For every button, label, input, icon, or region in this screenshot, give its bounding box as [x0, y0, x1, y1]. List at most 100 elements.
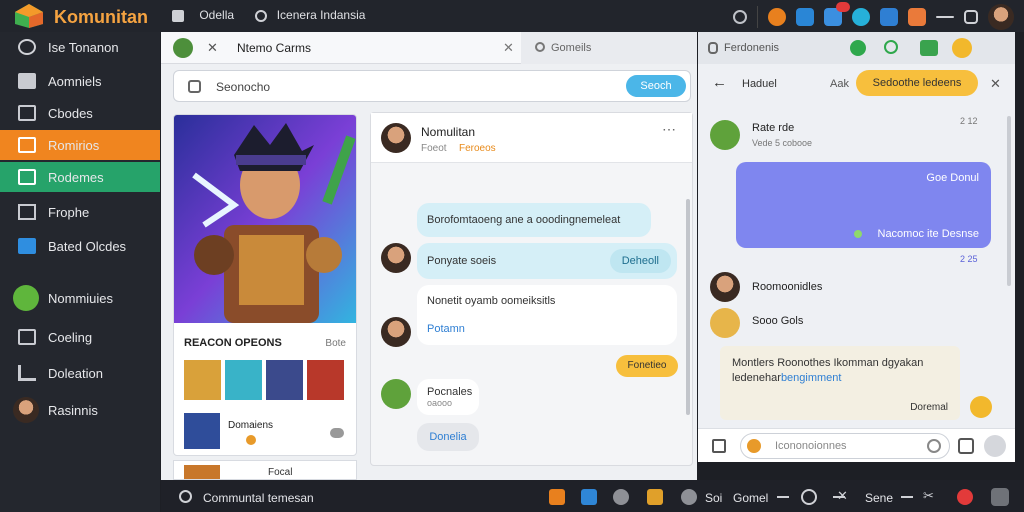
green-status-icon[interactable]: [850, 40, 866, 56]
orange-app-icon[interactable]: [549, 489, 565, 505]
search-circle-icon[interactable]: [733, 10, 747, 24]
sticker-icon[interactable]: [970, 396, 992, 418]
sidebar-item-bated-olcdes[interactable]: Bated Olcdes: [0, 231, 160, 261]
image-icon[interactable]: [958, 438, 974, 454]
message-input[interactable]: Icononoionnes: [740, 433, 950, 459]
frame-icon: [18, 204, 36, 220]
settings-icon[interactable]: [801, 489, 817, 505]
send-icon[interactable]: [984, 435, 1006, 457]
minus-icon[interactable]: [901, 496, 913, 498]
window-icon[interactable]: [964, 10, 978, 24]
character-thumb[interactable]: [225, 360, 262, 400]
action-pill-button[interactable]: Sedoothe ledeens: [856, 70, 978, 96]
sidebar-item-doleation[interactable]: Doleation: [0, 358, 160, 388]
orange-app-icon[interactable]: [768, 8, 786, 26]
message-avatar[interactable]: [381, 317, 411, 347]
character-thumb[interactable]: [307, 360, 344, 400]
note-card: Montlers Roonothes Ikomman dgyakan leden…: [720, 346, 960, 420]
game-avatar-icon: [13, 285, 39, 311]
close-icon[interactable]: ✕: [990, 76, 1001, 92]
grey-circle-icon[interactable]: [681, 489, 697, 505]
chat-bubble-icon[interactable]: [330, 428, 344, 438]
yellow-app-icon[interactable]: [647, 489, 663, 505]
back-icon[interactable]: [18, 39, 36, 55]
sidebar-item-romirios[interactable]: Romirios: [0, 130, 160, 160]
house-icon: [18, 238, 36, 254]
chat-sub-b: Feroeos: [459, 143, 496, 154]
bottom-bar: Communtal temesan Soi Gomel ✕ Sene ✂: [161, 480, 1024, 512]
notification-icon[interactable]: [824, 2, 850, 26]
contact-avatar[interactable]: [710, 308, 740, 338]
mic-icon[interactable]: [927, 439, 941, 453]
profile-avatar: [13, 397, 39, 423]
group-icon[interactable]: [920, 40, 938, 56]
search-icon: [188, 80, 201, 93]
contact-avatar[interactable]: [710, 272, 740, 302]
sidebar: Ise Tonanon Aomniels Cbodes Romirios Rod…: [0, 32, 160, 512]
attach-icon[interactable]: [712, 439, 726, 453]
sidebar-item-nommiuies[interactable]: Nommiuies: [0, 283, 160, 313]
orange-grid-icon[interactable]: [908, 8, 926, 26]
grey-app-icon[interactable]: [613, 489, 629, 505]
message-link[interactable]: Potamn: [427, 323, 465, 335]
character-thumb[interactable]: [184, 360, 221, 400]
tab-gomeils[interactable]: Gomeils: [521, 32, 697, 64]
app-logo-icon: [15, 4, 43, 28]
sidebar-item-coeling[interactable]: Coeling: [0, 322, 160, 352]
sidebar-item-aomniels[interactable]: Aomniels: [0, 66, 160, 96]
message-tag-yellow[interactable]: Fonetieo: [616, 355, 678, 377]
search-button[interactable]: Seoch: [626, 75, 686, 97]
character-thumb[interactable]: [266, 360, 303, 400]
note-link[interactable]: bengimment: [781, 372, 842, 384]
card-more[interactable]: Bote: [325, 338, 346, 349]
minimize-icon[interactable]: [936, 16, 954, 18]
cyan-app-icon[interactable]: [852, 8, 870, 26]
ask-label[interactable]: Aak: [830, 78, 849, 90]
tab-ntemo-carms[interactable]: Ntemo Carms: [237, 41, 311, 55]
account-icon[interactable]: [991, 488, 1009, 506]
grid-app-icon[interactable]: [880, 8, 898, 26]
home-icon[interactable]: [172, 9, 184, 22]
link-icon[interactable]: ✂: [923, 488, 934, 504]
back-arrow-icon[interactable]: ←: [712, 74, 727, 91]
sidebar-item-rasinnis[interactable]: Rasinnis: [0, 395, 160, 425]
message-tag[interactable]: Deheoll: [609, 249, 671, 273]
emoji-icon[interactable]: [747, 439, 761, 453]
search-input[interactable]: Seonocho: [216, 80, 270, 94]
message-avatar[interactable]: [381, 379, 411, 409]
sidebar-item-frophe[interactable]: Frophe: [0, 197, 160, 227]
image-icon: [18, 73, 36, 89]
bottom-item-soi[interactable]: Soi: [705, 491, 722, 505]
blue-app-icon[interactable]: [581, 489, 597, 505]
chat-icon: [18, 169, 36, 185]
message-bubble: Borofomtaoeng ane a ooodingnemeleat: [417, 203, 651, 237]
chat-avatar[interactable]: [381, 123, 411, 153]
close-icon[interactable]: ✕: [207, 40, 218, 56]
blue-app-icon[interactable]: [796, 8, 814, 26]
right-search[interactable]: Ferdonenis: [724, 42, 779, 54]
red-app-icon[interactable]: [957, 489, 973, 505]
sidebar-item-rodemes[interactable]: Rodemes: [0, 162, 160, 192]
message-bubble: Pocnales oaooo: [417, 379, 479, 415]
bottom-item-sene[interactable]: Sene: [865, 491, 893, 505]
close-icon[interactable]: ✕: [503, 40, 514, 56]
message-avatar[interactable]: [381, 243, 411, 273]
game-card-next[interactable]: Focal: [173, 460, 357, 480]
bottom-item-gomel[interactable]: Gomel: [733, 491, 768, 505]
game-card[interactable]: REACON OPEONS Bote Domaiens: [173, 114, 357, 456]
tools-icon[interactable]: ✕: [837, 488, 848, 504]
emoji-icon[interactable]: [952, 38, 972, 58]
minus-icon[interactable]: [777, 496, 789, 498]
user-avatar[interactable]: [710, 120, 740, 150]
item-thumb[interactable]: [184, 413, 220, 449]
nav-odella[interactable]: Odella: [199, 8, 234, 22]
search-bar[interactable]: Seonocho Seoch: [173, 70, 691, 102]
nav-indansia[interactable]: Icenera Indansia: [277, 8, 366, 22]
more-icon[interactable]: ⋯: [662, 121, 676, 138]
search-icon[interactable]: [884, 40, 898, 54]
user-avatar[interactable]: [988, 4, 1014, 30]
search-icon[interactable]: [255, 9, 268, 22]
sidebar-item-cbodes[interactable]: Cbodes: [0, 98, 160, 128]
right-scrollbar[interactable]: [1007, 116, 1011, 286]
chat-scrollbar[interactable]: [686, 199, 690, 415]
